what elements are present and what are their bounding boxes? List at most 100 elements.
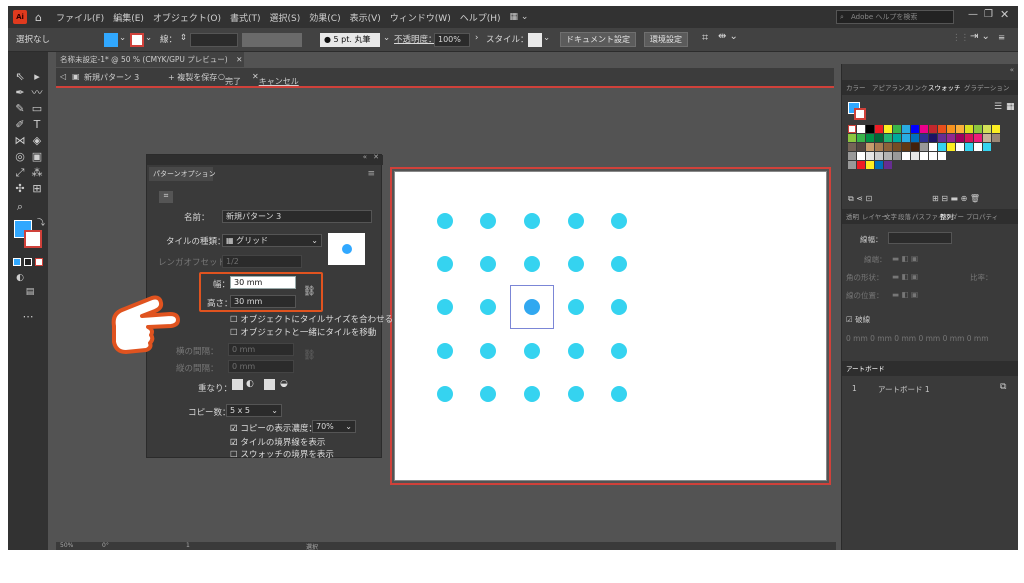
overlap-bottom-icon[interactable]: ◒	[280, 379, 288, 389]
menu-select[interactable]: 選択(S)	[270, 11, 301, 24]
arrange-docs-icon[interactable]: ⋮⋮	[952, 33, 969, 43]
pattern-dot[interactable]	[568, 213, 584, 229]
swatch[interactable]	[965, 125, 973, 133]
artboard-nav-value[interactable]: 1	[186, 542, 190, 549]
swatch[interactable]	[857, 125, 865, 133]
document-setup-button[interactable]: ドキュメント設定	[560, 32, 636, 47]
pattern-dot[interactable]	[480, 256, 496, 272]
grid-view-icon[interactable]: ▦	[1006, 102, 1015, 112]
color-mode-none-icon[interactable]	[35, 258, 43, 266]
stroke-weight-stepper-icon[interactable]: ⇕	[180, 33, 187, 43]
blend-tool-icon[interactable]: ⁂	[30, 166, 44, 180]
tab-close-icon[interactable]: ✕	[236, 55, 242, 64]
swatch[interactable]	[875, 143, 883, 151]
screen-mode-icon[interactable]: ▤	[23, 285, 37, 299]
swatch[interactable]	[920, 134, 928, 142]
overlap-right-icon[interactable]: ◐	[246, 379, 254, 389]
pattern-dot[interactable]	[568, 386, 584, 402]
swatch[interactable]	[902, 143, 910, 151]
swatch[interactable]	[938, 125, 946, 133]
pattern-dot[interactable]	[524, 213, 540, 229]
swatch[interactable]	[920, 125, 928, 133]
swatch[interactable]	[848, 143, 856, 151]
back-arrow-icon[interactable]: ◁	[60, 72, 66, 81]
rectangle-tool-icon[interactable]: ▭	[30, 102, 44, 116]
swatch-folder-icon[interactable]	[920, 143, 928, 151]
tab-align[interactable]: 整列	[940, 211, 953, 221]
tab-properties[interactable]: プロパティ	[966, 211, 998, 221]
show-tile-edge-checkbox[interactable]: ☑ タイルの境界線を表示	[230, 436, 325, 448]
pattern-dot[interactable]	[437, 343, 453, 359]
pattern-dot[interactable]	[437, 213, 453, 229]
pattern-dot[interactable]	[480, 343, 496, 359]
tab-paragraph[interactable]: 段落	[898, 211, 911, 221]
swatch[interactable]	[857, 152, 865, 160]
pattern-dot[interactable]	[568, 343, 584, 359]
dim-value-select[interactable]: 70% ⌄	[312, 420, 356, 433]
workspace-switcher-icon[interactable]: ▦ ⌄	[510, 12, 529, 22]
pattern-dot[interactable]	[437, 256, 453, 272]
swatch[interactable]	[947, 134, 955, 142]
swatch[interactable]	[893, 134, 901, 142]
pencil-tool-icon[interactable]: ✐	[13, 118, 27, 132]
shape-builder-tool-icon[interactable]: ◎	[13, 150, 27, 164]
transform-icon[interactable]: ⇹ ⌄	[718, 31, 738, 42]
pattern-dot[interactable]	[611, 386, 627, 402]
tab-character[interactable]: 文字	[884, 211, 897, 221]
current-stroke-swatch[interactable]	[854, 108, 866, 120]
pattern-dot[interactable]	[524, 386, 540, 402]
menu-object[interactable]: オブジェクト(O)	[153, 11, 221, 24]
search-box[interactable]: ⌕ Adobe ヘルプを検索	[836, 10, 954, 24]
swatch[interactable]	[893, 152, 901, 160]
cap-icons[interactable]: ▬ ◧ ▣	[892, 254, 918, 263]
swatch[interactable]	[866, 125, 874, 133]
swatch[interactable]	[956, 143, 964, 151]
stroke-width-input[interactable]	[888, 232, 952, 244]
swatch[interactable]	[848, 134, 856, 142]
copies-select[interactable]: 5 x 5 ⌄	[226, 404, 282, 417]
swatch[interactable]	[974, 143, 982, 151]
dock-collapse-icon[interactable]: «	[1010, 66, 1014, 74]
swatch[interactable]	[875, 152, 883, 160]
swatch[interactable]	[929, 134, 937, 142]
tab-pathfinder[interactable]: パスファインダー	[912, 211, 964, 221]
width-input[interactable]: 30 mm	[230, 276, 296, 289]
swatch[interactable]	[938, 152, 946, 160]
swatch[interactable]	[857, 134, 865, 142]
overlap-left-icon[interactable]	[232, 379, 243, 390]
swatch[interactable]	[956, 134, 964, 142]
swatch[interactable]	[983, 134, 991, 142]
swatch[interactable]	[884, 134, 892, 142]
color-mode-gradient-icon[interactable]	[24, 258, 32, 266]
swatch[interactable]	[875, 125, 883, 133]
artboard-tool-icon[interactable]: ⊞	[30, 182, 44, 196]
swatch[interactable]	[902, 125, 910, 133]
swatch[interactable]	[965, 134, 973, 142]
swatch[interactable]	[866, 161, 874, 169]
stroke-swatch[interactable]	[130, 33, 144, 47]
show-swatch-bounds-checkbox[interactable]: ☐ スウォッチの境界を表示	[230, 448, 334, 460]
swatch[interactable]	[974, 134, 982, 142]
swatch[interactable]	[875, 161, 883, 169]
tab-links[interactable]: リンク	[908, 82, 928, 92]
pattern-dot[interactable]	[524, 256, 540, 272]
type-tool-icon[interactable]: T	[30, 118, 44, 132]
pattern-dot[interactable]	[437, 386, 453, 402]
dim-copies-checkbox[interactable]: ☑ コピーの表示濃度：	[230, 422, 317, 434]
preferences-button[interactable]: 環境設定	[644, 32, 688, 47]
corner-icons[interactable]: ▬ ◧ ▣	[892, 272, 918, 281]
more-tools-icon[interactable]: ⋯	[21, 310, 35, 324]
swatch[interactable]	[992, 134, 1000, 142]
panel-menu-icon[interactable]: ≡	[367, 169, 375, 179]
swatch[interactable]	[857, 143, 865, 151]
tab-appearance[interactable]: アピアランス	[872, 82, 911, 92]
artboard-row-name[interactable]: アートボード 1	[878, 384, 930, 395]
panel-header[interactable]: « ✕	[147, 153, 383, 165]
fill-swatch[interactable]	[104, 33, 118, 47]
pen-tool-icon[interactable]: ✒	[13, 86, 27, 100]
height-input[interactable]: 30 mm	[230, 295, 296, 308]
pattern-dot[interactable]	[611, 256, 627, 272]
brush-dropdown-icon[interactable]: ⌄	[383, 33, 390, 43]
pattern-options-tab[interactable]: パターンオプション	[149, 167, 216, 181]
eraser-tool-icon[interactable]: ◈	[30, 134, 44, 148]
